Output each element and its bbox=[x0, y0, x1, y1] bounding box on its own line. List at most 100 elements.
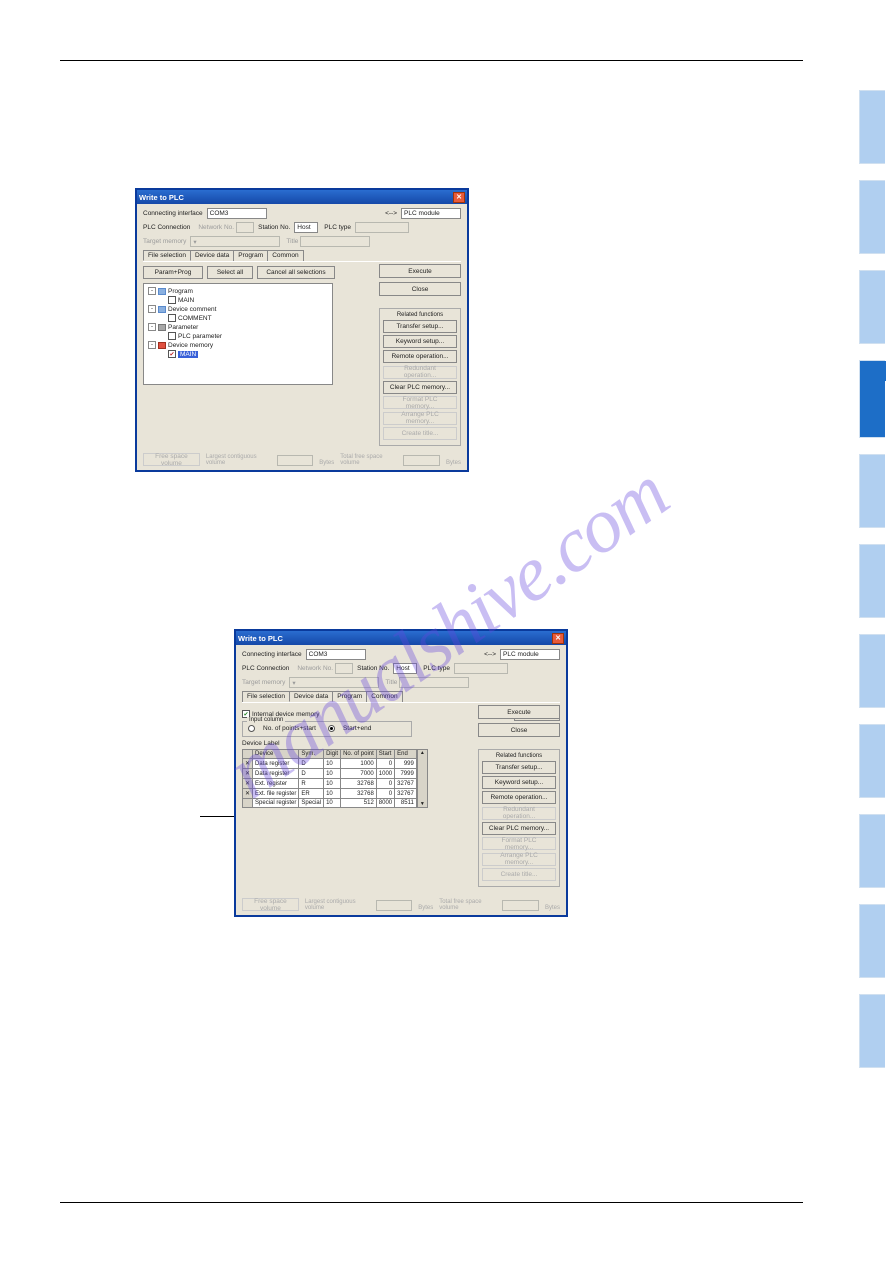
arrange-plc-memory-button: Arrange PLC memory... bbox=[383, 412, 457, 425]
cell-end: 8511 bbox=[395, 799, 417, 808]
interface-value: COM3 bbox=[306, 649, 366, 660]
tab-file-selection[interactable]: File selection bbox=[242, 691, 290, 702]
select-all-button[interactable]: Select all bbox=[207, 266, 253, 279]
connecting-interface-row: Connecting interface COM3 <--> PLC modul… bbox=[242, 649, 560, 660]
total-free-space-field bbox=[502, 900, 539, 911]
transfer-setup-button[interactable]: Transfer setup... bbox=[482, 761, 556, 774]
tab-device-data[interactable]: Device data bbox=[289, 691, 333, 702]
close-button[interactable]: Close bbox=[478, 723, 560, 737]
keyword-setup-button[interactable]: Keyword setup... bbox=[482, 776, 556, 789]
cell-end: 999 bbox=[395, 759, 417, 769]
remote-operation-button[interactable]: Remote operation... bbox=[383, 350, 457, 363]
side-tab-4[interactable] bbox=[859, 360, 885, 438]
target-memory-row: Target memory ▾ Title bbox=[242, 677, 560, 688]
remote-operation-button[interactable]: Remote operation... bbox=[482, 791, 556, 804]
tree-comment: COMMENT bbox=[178, 315, 212, 322]
radio-start-end[interactable] bbox=[328, 725, 335, 732]
side-tab-10[interactable] bbox=[859, 904, 885, 978]
side-tab-8[interactable] bbox=[859, 724, 885, 798]
dialog2-bottom-row: Free space volume Largest contiguous vol… bbox=[242, 898, 560, 911]
title-label: Title bbox=[286, 238, 298, 245]
side-tab-6[interactable] bbox=[859, 544, 885, 618]
checkbox-comment[interactable] bbox=[168, 314, 176, 322]
cell-start: 1000 bbox=[376, 769, 394, 779]
side-tab-1[interactable] bbox=[859, 90, 885, 164]
device-table[interactable]: Device Sym. Digit No. of point Start End… bbox=[242, 749, 417, 808]
cell-digit: 10 bbox=[324, 769, 341, 779]
cell-device: Ext. file register bbox=[253, 789, 299, 799]
transfer-setup-button[interactable]: Transfer setup... bbox=[383, 320, 457, 333]
tree-main-selected[interactable]: MAIN bbox=[178, 351, 198, 358]
expander-icon[interactable]: - bbox=[148, 323, 156, 331]
redundant-operation-button: Redundant operation... bbox=[482, 807, 556, 820]
plc-connection-row: PLC Connection Network No. Station No. H… bbox=[242, 663, 560, 674]
radio-points-start[interactable] bbox=[248, 725, 255, 732]
table-scrollbar[interactable]: ▲ ▼ bbox=[417, 749, 428, 808]
network-no-field bbox=[335, 663, 353, 674]
execute-button[interactable]: Execute bbox=[478, 705, 560, 719]
close-button[interactable]: Close bbox=[379, 282, 461, 296]
format-plc-memory-button: Format PLC memory... bbox=[383, 396, 457, 409]
side-tab-7[interactable] bbox=[859, 634, 885, 708]
cell-start: 8000 bbox=[376, 799, 394, 808]
th-points: No. of point bbox=[341, 750, 377, 759]
row-x-icon[interactable]: ✕ bbox=[243, 789, 253, 799]
expander-icon[interactable]: - bbox=[148, 341, 156, 349]
tab-common[interactable]: Common bbox=[366, 691, 402, 702]
station-no-label: Station No. bbox=[258, 224, 290, 231]
radio-points-start-label: No. of points+start bbox=[263, 725, 316, 732]
scroll-up-icon[interactable]: ▲ bbox=[420, 750, 425, 756]
plc-connection-label: PLC Connection bbox=[143, 224, 190, 231]
tab-common[interactable]: Common bbox=[267, 250, 303, 261]
total-free-space-label: Total free space volume bbox=[439, 899, 496, 911]
close-icon[interactable]: ✕ bbox=[453, 192, 465, 203]
row-x-icon[interactable]: ✕ bbox=[243, 769, 253, 779]
folder-icon bbox=[158, 288, 166, 295]
dialog1-titlebar[interactable]: Write to PLC ✕ bbox=[137, 190, 467, 204]
folder-icon bbox=[158, 324, 166, 331]
input-column-fieldset: Input column No. of points+start Start+e… bbox=[242, 721, 412, 737]
row-x-icon[interactable] bbox=[243, 799, 253, 808]
expander-icon[interactable]: - bbox=[148, 287, 156, 295]
checkbox-main[interactable] bbox=[168, 296, 176, 304]
row-x-icon[interactable]: ✕ bbox=[243, 779, 253, 789]
checkbox-main-devmem[interactable]: ✔ bbox=[168, 350, 176, 358]
checkbox-plc-parameter[interactable] bbox=[168, 332, 176, 340]
keyword-setup-button[interactable]: Keyword setup... bbox=[383, 335, 457, 348]
redundant-operation-button: Redundant operation... bbox=[383, 366, 457, 379]
target-memory-select: ▾ bbox=[190, 236, 280, 247]
tree-parameter: Parameter bbox=[168, 324, 198, 331]
dialog1-title: Write to PLC bbox=[139, 193, 184, 202]
side-tab-5[interactable] bbox=[859, 454, 885, 528]
free-space-volume-button: Free space volume bbox=[242, 898, 299, 911]
clear-plc-memory-button[interactable]: Clear PLC memory... bbox=[383, 381, 457, 394]
param-prog-button[interactable]: Param+Prog bbox=[143, 266, 203, 279]
total-free-space-field bbox=[403, 455, 440, 466]
file-tree[interactable]: - Program MAIN - Device comment COMMENT … bbox=[143, 283, 333, 385]
side-tab-2[interactable] bbox=[859, 180, 885, 254]
radio-start-end-label: Start+end bbox=[343, 725, 371, 732]
th-device: Device bbox=[253, 750, 299, 759]
page-header-divider bbox=[60, 60, 803, 61]
side-tab-11[interactable] bbox=[859, 994, 885, 1068]
cell-sym: D bbox=[299, 769, 324, 779]
execute-button[interactable]: Execute bbox=[379, 264, 461, 278]
close-icon[interactable]: ✕ bbox=[552, 633, 564, 644]
tab-device-data[interactable]: Device data bbox=[190, 250, 234, 261]
cancel-all-button[interactable]: Cancel all selections bbox=[257, 266, 335, 279]
tab-file-selection[interactable]: File selection bbox=[143, 250, 191, 261]
dialog1-right-panel: Execute Close Related functions Transfer… bbox=[379, 264, 461, 446]
tab-program[interactable]: Program bbox=[233, 250, 268, 261]
tab-program[interactable]: Program bbox=[332, 691, 367, 702]
cell-digit: 10 bbox=[324, 779, 341, 789]
row-x-icon[interactable]: ✕ bbox=[243, 759, 253, 769]
interface-arrows: <--> bbox=[484, 651, 496, 658]
th-sym: Sym. bbox=[299, 750, 324, 759]
cell-start: 0 bbox=[376, 789, 394, 799]
clear-plc-memory-button[interactable]: Clear PLC memory... bbox=[482, 822, 556, 835]
dialog2-titlebar[interactable]: Write to PLC ✕ bbox=[236, 631, 566, 645]
side-tab-3[interactable] bbox=[859, 270, 885, 344]
side-tab-9[interactable] bbox=[859, 814, 885, 888]
scroll-down-icon[interactable]: ▼ bbox=[420, 801, 425, 807]
expander-icon[interactable]: - bbox=[148, 305, 156, 313]
